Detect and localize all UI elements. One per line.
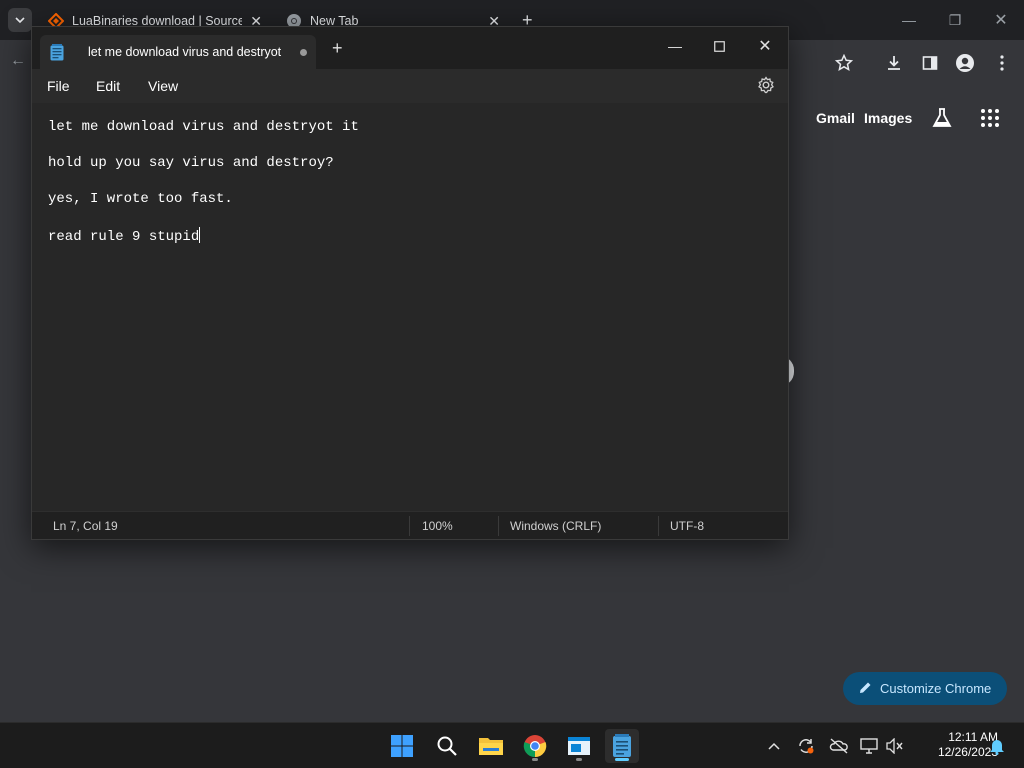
menu-file[interactable]: File <box>47 78 70 94</box>
back-arrow-icon[interactable]: ← <box>10 52 26 70</box>
gmail-link[interactable]: Gmail <box>816 110 855 126</box>
app-taskbar-button[interactable] <box>562 729 596 763</box>
apps-grid-icon[interactable] <box>980 108 1000 133</box>
notepad-maximize-button[interactable] <box>704 33 734 59</box>
restore-button[interactable]: ❐ <box>941 8 969 32</box>
notepad-statusbar: Ln 7, Col 19 100% Windows (CRLF) UTF-8 <box>32 511 788 539</box>
notepad-close-button[interactable]: ✕ <box>750 33 780 59</box>
notepad-taskbar-button[interactable] <box>605 729 639 763</box>
tab-search-button[interactable] <box>8 8 32 32</box>
onedrive-off-icon[interactable] <box>829 736 849 756</box>
download-icon[interactable] <box>881 50 907 76</box>
notepad-new-tab-button[interactable]: + <box>332 39 343 57</box>
cursor-position: Ln 7, Col 19 <box>53 519 118 533</box>
editor-line: yes, I wrote too fast. <box>48 191 233 207</box>
zoom-level[interactable]: 100% <box>422 519 453 533</box>
pencil-icon <box>859 681 872 697</box>
status-divider <box>658 516 659 536</box>
system-clock[interactable]: 12:11 AM 12/26/2023 <box>912 730 998 760</box>
images-link[interactable]: Images <box>864 110 912 126</box>
editor-line: let me download virus and destryot it <box>48 119 359 135</box>
clock-time: 12:11 AM <box>948 730 998 744</box>
customize-chrome-label: Customize Chrome <box>880 681 992 696</box>
chrome-icon <box>523 735 547 758</box>
notepad-minimize-button[interactable]: — <box>660 33 690 59</box>
profile-icon[interactable] <box>952 50 978 76</box>
notepad-tab[interactable]: let me download virus and destryot it <box>40 35 316 69</box>
notepad-tab-title: let me download virus and destryot it <box>88 45 283 59</box>
folder-icon <box>479 738 503 755</box>
bookmark-star-icon[interactable] <box>831 50 857 76</box>
line-ending[interactable]: Windows (CRLF) <box>510 519 601 533</box>
notepad-titlebar[interactable]: let me download virus and destryot it + … <box>32 27 788 69</box>
notepad-menubar: File Edit View <box>32 69 788 103</box>
editor-line: hold up you say virus and destroy? <box>48 155 334 171</box>
labs-flask-icon[interactable] <box>930 106 954 135</box>
notepad-editor[interactable]: let me download virus and destryot it ho… <box>32 103 788 511</box>
volume-muted-icon[interactable] <box>885 736 905 756</box>
running-indicator <box>576 758 582 761</box>
editor-line-text: read rule 9 stupid <box>48 229 200 245</box>
notepad-window: let me download virus and destryot it + … <box>31 26 789 540</box>
settings-gear-icon[interactable] <box>756 75 776 95</box>
unsaved-dot-icon <box>300 49 307 56</box>
status-divider <box>498 516 499 536</box>
chevron-down-icon <box>15 17 25 24</box>
start-button[interactable] <box>385 729 419 763</box>
sync-icon[interactable] <box>796 736 816 756</box>
text-caret <box>199 227 201 243</box>
menu-edit[interactable]: Edit <box>96 78 120 94</box>
file-explorer-button[interactable] <box>474 729 508 763</box>
chrome-taskbar-button[interactable] <box>518 729 552 763</box>
menu-view[interactable]: View <box>148 78 178 94</box>
side-panel-icon[interactable] <box>917 50 943 76</box>
notification-bell-icon[interactable] <box>987 736 1007 756</box>
taskbar: 12:11 AM 12/26/2023 <box>0 722 1024 768</box>
network-icon[interactable] <box>859 736 879 756</box>
notepad-app-icon <box>50 44 64 61</box>
search-button[interactable] <box>430 729 464 763</box>
notepad-icon <box>613 734 631 757</box>
running-indicator <box>532 758 538 761</box>
search-icon <box>437 736 457 756</box>
customize-chrome-button[interactable]: Customize Chrome <box>843 672 1007 705</box>
windows-logo-icon <box>391 735 413 757</box>
window-app-icon <box>568 737 590 755</box>
more-menu-icon[interactable] <box>989 50 1015 76</box>
status-divider <box>409 516 410 536</box>
show-hidden-icons-chevron-icon[interactable] <box>764 736 784 756</box>
minimize-button[interactable]: — <box>895 8 923 32</box>
active-indicator <box>615 758 629 761</box>
clock-date: 12/26/2023 <box>937 745 998 759</box>
encoding[interactable]: UTF-8 <box>670 519 704 533</box>
close-button[interactable]: ✕ <box>987 8 1015 32</box>
editor-line-current: read rule 9 stupid <box>48 227 201 245</box>
